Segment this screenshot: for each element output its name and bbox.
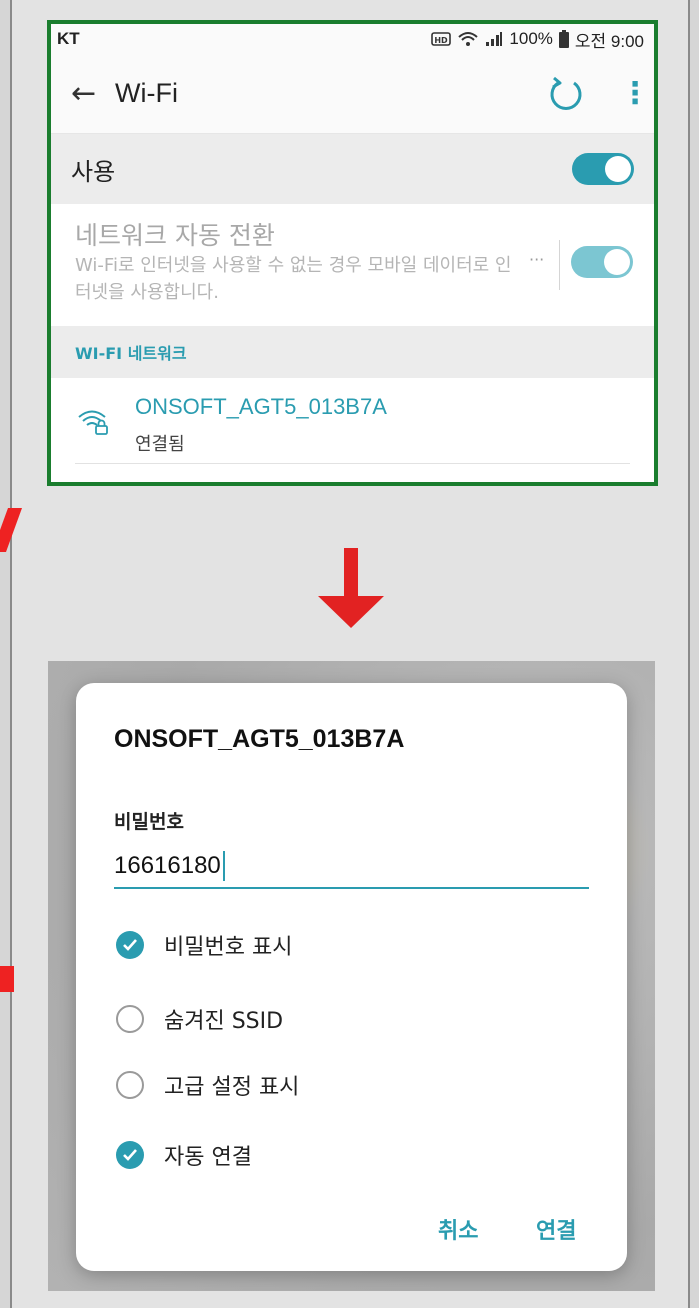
- status-indicators: HD 100% 오전 9:00: [431, 27, 644, 52]
- wifi-network-section-header: WI-FI 네트워크: [51, 326, 654, 378]
- carrier-label: KT: [57, 29, 80, 48]
- option-hidden-ssid[interactable]: 숨겨진 SSID: [116, 1003, 283, 1035]
- checkbox-unchecked-icon[interactable]: [116, 1071, 144, 1099]
- auto-switch-title: 네트워크 자동 전환: [75, 221, 275, 250]
- option-show-password[interactable]: 비밀번호 표시: [116, 929, 292, 961]
- wifi-toggle[interactable]: [572, 153, 634, 185]
- auto-switch-row[interactable]: 네트워크 자동 전환 Wi-Fi로 인터넷을 사용할 수 없는 경우 모바일 데…: [51, 204, 654, 326]
- checkbox-checked-icon[interactable]: [116, 931, 144, 959]
- page-title: Wi-Fi: [115, 78, 178, 108]
- checkbox-checked-icon[interactable]: [116, 1141, 144, 1169]
- divider: [559, 240, 560, 290]
- password-label: 비밀번호: [114, 811, 184, 833]
- option-label: 비밀번호 표시: [164, 935, 293, 960]
- password-value: 16616180: [114, 852, 221, 879]
- network-status: 연결됨: [135, 434, 185, 455]
- back-arrow-icon[interactable]: ←: [71, 76, 115, 111]
- battery-percent: 100%: [509, 29, 553, 48]
- clock: 오전 9:00: [574, 31, 644, 51]
- down-arrow-icon: [318, 548, 384, 628]
- auto-switch-toggle[interactable]: [571, 246, 633, 278]
- signal-icon: [486, 32, 503, 46]
- option-auto-connect[interactable]: 자동 연결: [116, 1139, 252, 1171]
- refresh-icon[interactable]: [546, 74, 586, 114]
- password-input[interactable]: 16616180: [114, 845, 589, 889]
- auto-switch-more-icon[interactable]: ···: [529, 250, 544, 269]
- svg-text:HD: HD: [435, 36, 449, 45]
- option-label: 고급 설정 표시: [164, 1075, 300, 1100]
- wifi-lock-icon: [78, 410, 108, 435]
- battery-icon: [558, 30, 569, 48]
- app-bar: ← Wi-Fi ⋮: [51, 54, 654, 134]
- wifi-use-label: 사용: [71, 157, 116, 186]
- connect-button[interactable]: 연결: [536, 1213, 576, 1245]
- divider: [75, 463, 630, 464]
- more-options-icon[interactable]: ⋮: [620, 76, 650, 111]
- checkbox-unchecked-icon[interactable]: [116, 1005, 144, 1033]
- cancel-button[interactable]: 취소: [438, 1213, 478, 1245]
- hd-icon: HD: [431, 32, 452, 46]
- text-cursor: [222, 851, 225, 881]
- option-label: 자동 연결: [164, 1145, 252, 1170]
- option-label: 숨겨진 SSID: [164, 1009, 284, 1034]
- status-bar: KT HD 100% 오전 9:00: [51, 24, 654, 54]
- wifi-status-icon: [458, 32, 479, 46]
- auto-switch-description: Wi-Fi로 인터넷을 사용할 수 없는 경우 모바일 데이터로 인터넷을 사용…: [75, 255, 512, 303]
- dialog-title: ONSOFT_AGT5_013B7A: [114, 725, 405, 753]
- password-dialog-screen: ONSOFT_AGT5_013B7A 비밀번호 16616180 비밀번호 표시…: [48, 661, 655, 1291]
- edge-arrow-fragment: [0, 966, 14, 992]
- network-name: ONSOFT_AGT5_013B7A: [135, 394, 387, 419]
- network-list-item[interactable]: ONSOFT_AGT5_013B7A 연결됨: [51, 378, 654, 468]
- option-advanced-settings[interactable]: 고급 설정 표시: [116, 1069, 299, 1101]
- wifi-password-dialog: ONSOFT_AGT5_013B7A 비밀번호 16616180 비밀번호 표시…: [76, 683, 627, 1271]
- wifi-use-row[interactable]: 사용: [51, 134, 654, 204]
- wifi-settings-screen: KT HD 100% 오전 9:00 ← Wi-Fi ⋮ 사용 네트워크 자동 …: [47, 20, 658, 486]
